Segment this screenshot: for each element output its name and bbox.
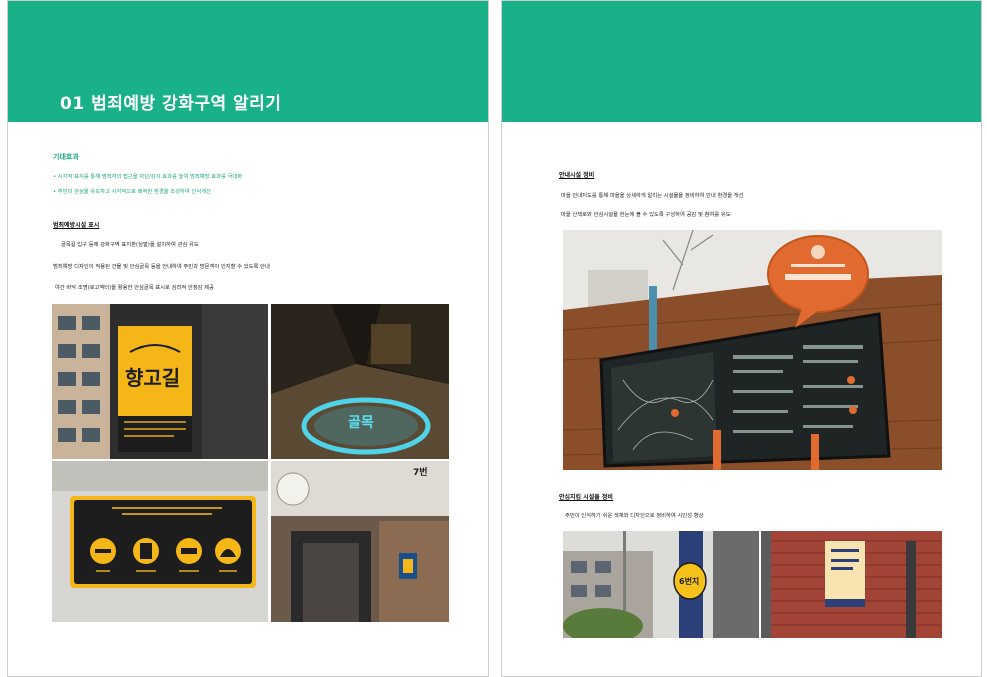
photo-floor-light: 골목 bbox=[271, 304, 449, 459]
photo-map-board bbox=[563, 230, 942, 470]
subheading: 범죄예방시설 표시 bbox=[53, 222, 100, 229]
body-line-3: 야간 바닥 조명(로고젝터)을 활용한 안심골목 표시로 심리적 안정감 제공 bbox=[55, 285, 214, 291]
header-band bbox=[502, 1, 981, 122]
subheading-1: 안내시설 정비 bbox=[559, 172, 595, 179]
body-line-1: 마을 안내지도를 통해 마을을 상세하게 알리는 시설물을 정비하여 안내 환경… bbox=[561, 193, 744, 199]
section-title: 기대효과 bbox=[53, 153, 79, 161]
body-line-2: 범죄예방 디자인이 적용된 건물 및 안심골목 등을 안내하여 주민과 방문객이… bbox=[53, 264, 270, 270]
body-line-3: 주민이 인식하기 쉬운 색채와 디자인으로 정비하여 시인성 향상 bbox=[565, 513, 704, 519]
left-page: 01 범죄예방 강화구역 알리기 기대효과 • 시각적 표지를 통해 범죄자의 … bbox=[7, 0, 489, 677]
footprint-sign-text: 7번 bbox=[413, 468, 428, 478]
yellow-sign-title: 향고길 bbox=[125, 366, 181, 390]
floor-light-text: 골목 bbox=[348, 415, 374, 431]
subheading-2: 안심지킴 시설물 정비 bbox=[559, 494, 613, 501]
pole-sign-text: 6번지 bbox=[679, 577, 700, 586]
body-line-2: 마을 산책로와 안심시설을 한눈에 볼 수 있도록 구성하여 공감 및 참여를 … bbox=[561, 212, 731, 218]
photo-rules-sign bbox=[52, 461, 268, 622]
photo-pole-sign: 6번지 bbox=[563, 531, 759, 638]
right-page: 안내시설 정비 마을 안내지도를 통해 마을을 상세하게 알리는 시설물을 정비… bbox=[501, 0, 982, 677]
body-line-1: 골목길 입구 등에 강화구역 표지판(심벌)을 설치하여 관심 유도 bbox=[61, 242, 199, 248]
bullet-2: • 주민의 관심을 유도하고 시각적으로 쾌적한 환경을 조성하여 인식개선 bbox=[53, 189, 211, 195]
page-title: 01 범죄예방 강화구역 알리기 bbox=[60, 94, 282, 114]
photo-yellow-sign: 향고길 bbox=[52, 304, 268, 459]
bullet-1: • 시각적 표지를 통해 범죄자의 접근을 차단/감시 효과를 높여 범죄예방 … bbox=[53, 174, 243, 180]
photo-alley-entrance: 7번 bbox=[271, 461, 449, 622]
photo-brick-poster bbox=[761, 531, 942, 638]
